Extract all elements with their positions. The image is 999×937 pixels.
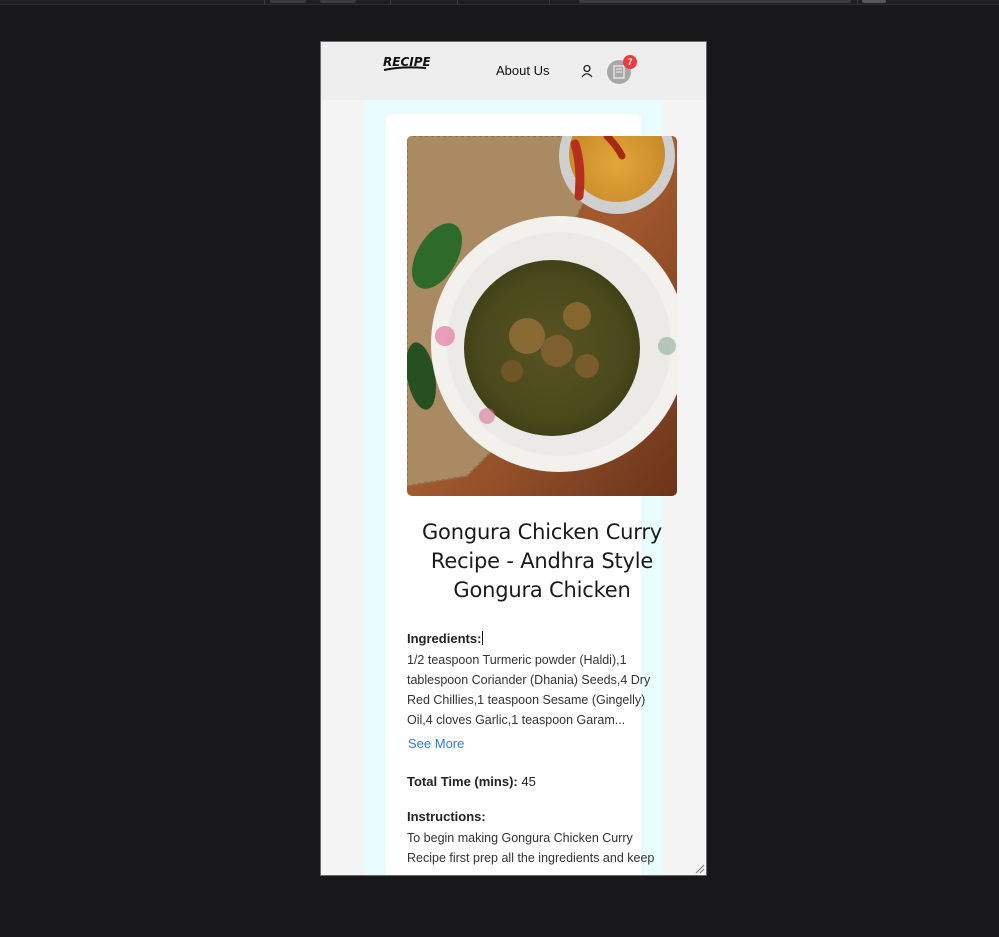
text-cursor <box>482 631 484 645</box>
document-icon <box>613 65 625 79</box>
toolbar-divider <box>264 0 265 5</box>
toolbar-control[interactable] <box>579 0 851 3</box>
total-time-value: 45 <box>521 774 536 789</box>
user-icon[interactable] <box>580 64 594 78</box>
cart-count-badge: 7 <box>623 55 637 69</box>
toolbar-control[interactable] <box>862 0 886 3</box>
toolbar-control[interactable] <box>320 0 356 3</box>
navbar: RECIPE About Us 7 <box>321 42 706 100</box>
toolbar-divider <box>549 0 550 5</box>
toolbar-divider <box>857 0 858 5</box>
recipe-title: Gongura Chicken Curry Recipe - Andhra St… <box>421 520 663 602</box>
toolbar-divider <box>390 0 391 5</box>
ingredients-text: 1/2 teaspoon Turmeric powder (Haldi),1 t… <box>407 653 651 727</box>
ingredients-label: Ingredients: <box>407 631 484 646</box>
total-time-label: Total Time (mins): <box>407 774 518 789</box>
toolbar-control[interactable] <box>270 0 306 3</box>
total-time-row: Total Time (mins): 45 <box>407 774 536 789</box>
device-viewport: RECIPE About Us 7 Gongura Chicken Curry … <box>320 41 707 876</box>
recipe-image[interactable] <box>407 136 677 496</box>
instructions-label: Instructions: <box>407 809 486 824</box>
see-more-link[interactable]: See More <box>408 736 464 751</box>
toolbar-divider <box>457 0 458 5</box>
devtools-toolbar <box>0 0 999 5</box>
instructions-text: To begin making Gongura Chicken Curry Re… <box>407 831 655 865</box>
about-us-link[interactable]: About Us <box>496 63 549 78</box>
resize-grip-icon[interactable] <box>693 862 705 874</box>
recipe-logo[interactable]: RECIPE <box>382 53 430 75</box>
